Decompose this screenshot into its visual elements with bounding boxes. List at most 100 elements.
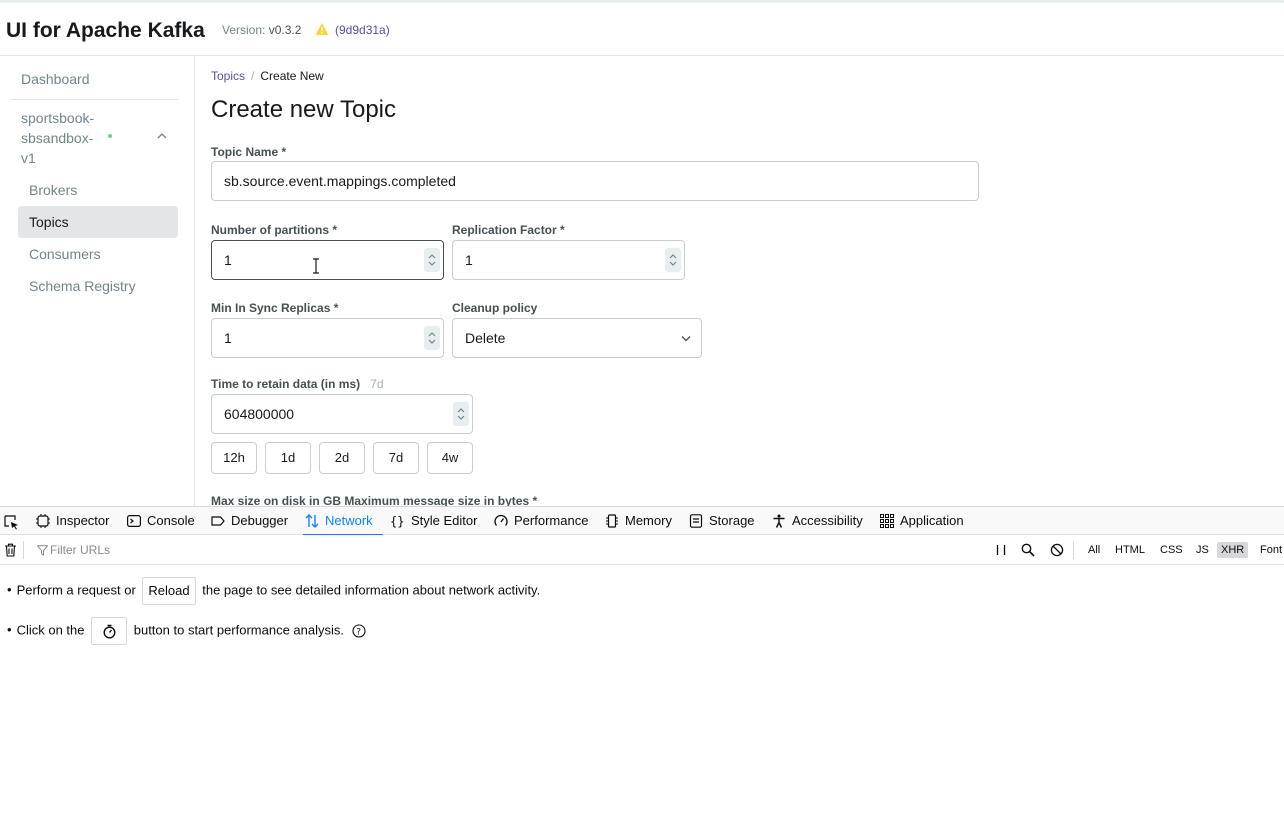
type-filter-xhr[interactable]: XHR — [1217, 542, 1249, 558]
stepper-arrows-icon — [428, 254, 436, 266]
element-picker-icon[interactable] — [3, 514, 19, 530]
partitions-value: 1 — [224, 252, 232, 268]
devtools-tab-bar: Inspector Console Debugger Network {} St… — [0, 507, 1284, 536]
message-text: Perform a request or — [16, 582, 136, 598]
devtools-panel: Inspector Console Debugger Network {} St… — [0, 506, 1284, 826]
filter-urls-input[interactable] — [30, 541, 970, 559]
stepper-arrows-icon — [457, 408, 465, 420]
stopwatch-icon — [103, 624, 116, 639]
topic-name-value: sb.source.event.mappings.completed — [224, 173, 456, 189]
replication-input[interactable]: 1 — [452, 240, 685, 280]
replication-label: Replication Factor * — [452, 223, 565, 237]
pause-icon[interactable] — [994, 543, 1008, 557]
partitions-label: Number of partitions * — [211, 223, 338, 237]
sidebar-item-dashboard[interactable]: Dashboard — [21, 71, 90, 87]
tab-label: Style Editor — [411, 513, 478, 528]
retention-hint: 7d — [370, 377, 384, 391]
min-isr-stepper[interactable] — [424, 326, 440, 350]
app-title[interactable]: UI for Apache Kafka — [6, 19, 205, 43]
breadcrumb-topics-link[interactable]: Topics — [211, 69, 245, 83]
cleanup-policy-value: Delete — [465, 330, 506, 346]
cluster-name-line: sportsbook- — [21, 110, 95, 126]
help-icon[interactable]: ? — [352, 624, 366, 638]
tab-label: Inspector — [56, 513, 110, 528]
tab-label: Storage — [709, 513, 755, 528]
devtools-tab-memory[interactable]: Memory — [605, 507, 675, 535]
devtools-tab-storage[interactable]: Storage — [689, 507, 759, 535]
replication-value: 1 — [465, 252, 473, 268]
preset-1d-button[interactable]: 1d — [265, 442, 311, 474]
tab-label: Network — [325, 513, 373, 528]
devtools-tab-style-editor[interactable]: {} Style Editor — [391, 507, 481, 535]
svg-text:?: ? — [356, 628, 361, 638]
topic-name-label: Topic Name * — [211, 145, 287, 159]
toolbar-separator — [1073, 541, 1074, 559]
text-cursor-icon — [313, 258, 319, 274]
version-info: Version: v0.3.2 — [222, 23, 301, 37]
tab-label: Debugger — [231, 513, 289, 528]
sidebar: Dashboard sportsbook- sbsandbox- v1 Brok… — [0, 56, 195, 506]
tab-label: Console — [147, 513, 195, 528]
devtools-tab-console[interactable]: Console — [127, 507, 199, 535]
type-filter-js[interactable]: JS — [1192, 542, 1213, 558]
sidebar-item-topics[interactable]: Topics — [18, 206, 178, 238]
stepper-arrows-icon — [428, 332, 436, 344]
sidebar-item-schema-registry[interactable]: Schema Registry — [18, 270, 178, 302]
search-icon[interactable] — [1021, 543, 1035, 557]
min-isr-label: Min In Sync Replicas * — [211, 301, 339, 315]
preset-12h-button[interactable]: 12h — [211, 442, 257, 474]
chevron-down-icon — [681, 336, 691, 342]
memory-icon — [606, 514, 618, 528]
partitions-stepper[interactable] — [424, 248, 440, 272]
chevron-up-icon[interactable] — [157, 132, 167, 140]
message-text: the page to see detailed information abo… — [202, 582, 541, 598]
partitions-input[interactable]: 1 — [211, 240, 444, 280]
reload-button[interactable]: Reload — [142, 577, 196, 605]
devtools-tab-inspector[interactable]: Inspector — [36, 507, 116, 535]
main-content: Topics / Create New Create new Topic Topic… — [196, 56, 1284, 506]
devtools-tab-debugger[interactable]: Debugger — [211, 507, 293, 535]
block-icon[interactable] — [1050, 543, 1064, 557]
network-empty-message: • Perform a request or Reload the page to… — [7, 577, 540, 605]
message-text: button to start performance analysis. — [133, 622, 345, 638]
message-text: Click on the — [16, 622, 85, 638]
console-icon — [127, 515, 141, 527]
svg-text:{}: {} — [391, 515, 404, 529]
min-isr-input[interactable]: 1 — [211, 318, 444, 358]
type-filter-all[interactable]: All — [1084, 542, 1104, 558]
cleanup-policy-select[interactable]: Delete — [452, 318, 702, 358]
performance-icon — [494, 514, 508, 526]
devtools-tab-application[interactable]: Application — [880, 507, 970, 535]
tab-label: Accessibility — [792, 513, 863, 528]
replication-stepper[interactable] — [665, 248, 681, 272]
performance-analysis-button[interactable] — [91, 617, 128, 645]
preset-7d-button[interactable]: 7d — [373, 442, 419, 474]
commit-link[interactable]: (9d9d31a) — [335, 23, 390, 37]
type-filter-html[interactable]: HTML — [1111, 542, 1149, 558]
cluster-name[interactable]: sportsbook- sbsandbox- v1 — [21, 108, 111, 168]
warning-icon — [315, 23, 329, 35]
retention-value: 604800000 — [224, 406, 295, 422]
retention-input[interactable]: 604800000 — [211, 394, 473, 434]
stepper-arrows-icon — [669, 254, 677, 266]
cluster-name-line: sbsandbox- — [21, 130, 94, 146]
preset-2d-button[interactable]: 2d — [319, 442, 365, 474]
retention-label-text: Time to retain data (in ms) — [211, 377, 361, 391]
sidebar-item-consumers[interactable]: Consumers — [18, 238, 178, 270]
sidebar-item-brokers[interactable]: Brokers — [18, 174, 178, 206]
version-number: v0.3.2 — [268, 23, 302, 37]
inspector-icon — [36, 514, 50, 528]
breadcrumb-current: Create New — [260, 69, 324, 83]
preset-4w-button[interactable]: 4w — [427, 442, 473, 474]
devtools-tab-network[interactable]: Network — [303, 507, 383, 536]
debugger-icon — [211, 516, 225, 526]
version-label: Version: — [222, 23, 266, 37]
devtools-tab-performance[interactable]: Performance — [494, 507, 590, 535]
trash-icon[interactable] — [4, 543, 17, 557]
type-filter-css[interactable]: CSS — [1156, 542, 1187, 558]
type-filter-font[interactable]: Font — [1256, 542, 1284, 558]
breadcrumb-separator: / — [251, 69, 255, 83]
retention-stepper[interactable] — [453, 402, 469, 426]
topic-name-input[interactable]: sb.source.event.mappings.completed — [211, 161, 979, 201]
devtools-tab-accessibility[interactable]: Accessibility — [772, 507, 868, 535]
